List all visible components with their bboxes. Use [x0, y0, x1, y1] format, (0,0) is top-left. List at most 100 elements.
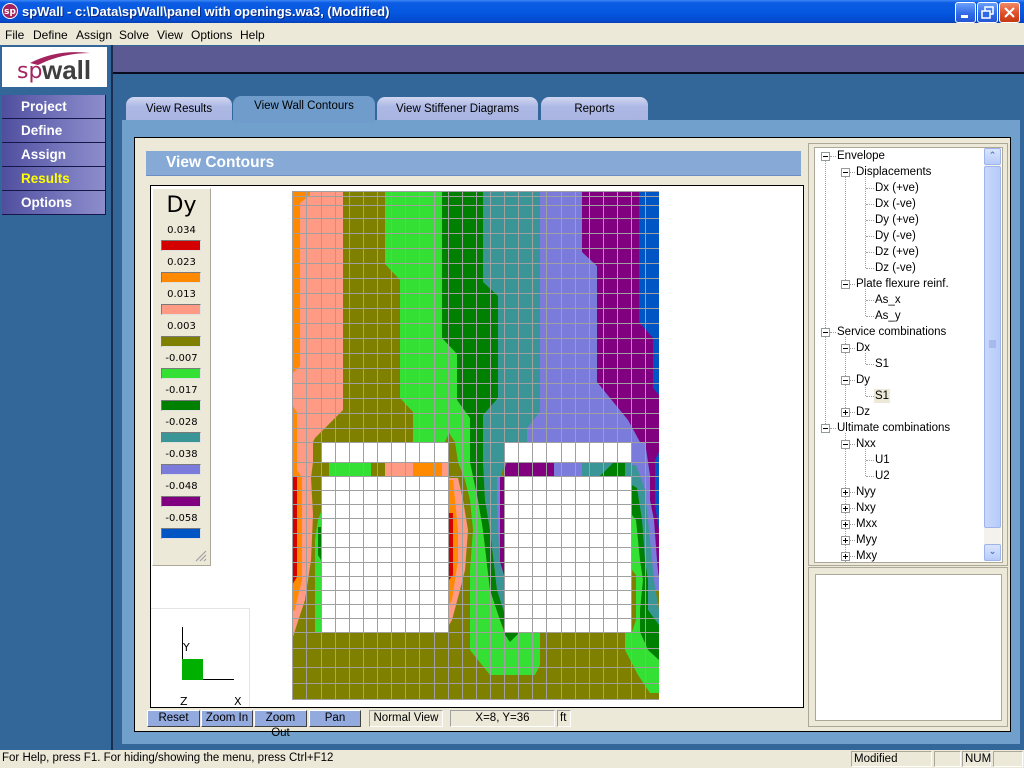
legend-value: -0.048: [165, 481, 198, 492]
tree-item-dy-neg[interactable]: Dy (-ve): [815, 228, 983, 244]
tree-item-label[interactable]: Dy (-ve): [874, 229, 917, 243]
tree-item-dx-pos[interactable]: Dx (+ve): [815, 180, 983, 196]
menu-help[interactable]: Help: [240, 28, 265, 42]
tree-item-label[interactable]: Mxx: [855, 517, 878, 531]
tree-item-label[interactable]: Mxy: [855, 549, 878, 562]
tree-item-label[interactable]: Plate flexure reinf.: [855, 277, 950, 291]
tree-item-mxx[interactable]: Mxx: [815, 516, 983, 532]
tree-item-ultimate-combinations[interactable]: Ultimate combinations: [815, 420, 983, 436]
expand-icon[interactable]: [841, 552, 850, 561]
close-button[interactable]: [999, 2, 1020, 23]
expand-icon[interactable]: [841, 408, 850, 417]
pan-button[interactable]: Pan: [309, 710, 361, 727]
sidebar-item-options[interactable]: Options: [2, 191, 106, 215]
expand-icon[interactable]: [841, 520, 850, 529]
menu-file[interactable]: File: [5, 28, 24, 42]
tree-item-label[interactable]: Nxx: [855, 437, 877, 451]
sidebar-item-define[interactable]: Define: [2, 119, 106, 143]
collapse-icon[interactable]: [821, 152, 830, 161]
collapse-icon[interactable]: [821, 424, 830, 433]
tree-item-dy-pos[interactable]: Dy (+ve): [815, 212, 983, 228]
tree-item-service-dx[interactable]: Dx: [815, 340, 983, 356]
tree-item-nxy[interactable]: Nxy: [815, 500, 983, 516]
tree-item-label[interactable]: As_y: [874, 309, 902, 323]
tree-item-dx-neg[interactable]: Dx (-ve): [815, 196, 983, 212]
tab-reports[interactable]: Reports: [541, 97, 648, 121]
tree-item-label[interactable]: Dz: [855, 405, 871, 419]
expand-icon[interactable]: [841, 536, 850, 545]
tree-item-label[interactable]: Nyy: [855, 485, 877, 499]
sidebar-item-assign[interactable]: Assign: [2, 143, 106, 167]
results-tree-list[interactable]: Envelope Displacements Dx (+ve) Dx (-ve)…: [815, 148, 983, 562]
app-icon[interactable]: sp: [2, 3, 18, 19]
tree-item-label[interactable]: Displacements: [855, 165, 932, 179]
legend-swatch: [161, 336, 201, 347]
tree-item-label[interactable]: Service combinations: [836, 325, 947, 339]
contour-plot[interactable]: [292, 191, 659, 700]
tree-item-label[interactable]: Dx: [855, 341, 871, 355]
menu-options[interactable]: Options: [191, 28, 232, 42]
tree-scrollbar[interactable]: ⌃ ⌄: [984, 148, 1001, 561]
tree-item-label[interactable]: Envelope: [836, 149, 886, 163]
tree-item-plate-flexure[interactable]: Plate flexure reinf.: [815, 276, 983, 292]
restore-button[interactable]: [977, 2, 998, 23]
tree-item-label[interactable]: As_x: [874, 293, 902, 307]
menu-define[interactable]: Define: [33, 28, 68, 42]
tree-item-envelope[interactable]: Envelope: [815, 148, 983, 164]
tree-item-service-combinations[interactable]: Service combinations: [815, 324, 983, 340]
collapse-icon[interactable]: [841, 344, 850, 353]
tree-item-label[interactable]: U1: [874, 453, 891, 467]
tree-item-label[interactable]: Myy: [855, 533, 878, 547]
tree-item-service-dz[interactable]: Dz: [815, 404, 983, 420]
tree-item-nxx[interactable]: Nxx: [815, 436, 983, 452]
tree-item-label[interactable]: S1: [874, 357, 890, 371]
tree-item-displacements[interactable]: Displacements: [815, 164, 983, 180]
tab-view-stiffener-diagrams[interactable]: View Stiffener Diagrams: [377, 97, 538, 121]
collapse-icon[interactable]: [821, 328, 830, 337]
tree-item-dz-pos[interactable]: Dz (+ve): [815, 244, 983, 260]
menu-view[interactable]: View: [157, 28, 183, 42]
expand-icon[interactable]: [841, 488, 850, 497]
tree-item-nyy[interactable]: Nyy: [815, 484, 983, 500]
menu-assign[interactable]: Assign: [76, 28, 112, 42]
tree-item-label[interactable]: Dx (-ve): [874, 197, 917, 211]
expand-icon[interactable]: [841, 504, 850, 513]
menu-solve[interactable]: Solve: [119, 28, 149, 42]
tree-item-nxx-u1[interactable]: U1: [815, 452, 983, 468]
tree-item-mxy[interactable]: Mxy: [815, 548, 983, 562]
tree-item-label[interactable]: Dz (+ve): [874, 245, 920, 259]
tree-item-label[interactable]: Dz (-ve): [874, 261, 917, 275]
reset-button[interactable]: Reset: [147, 710, 200, 727]
tree-item-label[interactable]: Dy (+ve): [874, 213, 920, 227]
tree-item-as-x[interactable]: As_x: [815, 292, 983, 308]
scroll-down-button[interactable]: ⌄: [984, 544, 1001, 561]
scroll-up-button[interactable]: ⌃: [984, 148, 1001, 165]
tab-view-results[interactable]: View Results: [126, 97, 232, 121]
collapse-icon[interactable]: [841, 168, 850, 177]
tree-item-nxx-u2[interactable]: U2: [815, 468, 983, 484]
collapse-icon[interactable]: [841, 376, 850, 385]
tree-item-label[interactable]: Nxy: [855, 501, 877, 515]
tree-item-label[interactable]: Dx (+ve): [874, 181, 920, 195]
tree-item-label[interactable]: Ultimate combinations: [836, 421, 951, 435]
tree-item-service-dy[interactable]: Dy: [815, 372, 983, 388]
tree-item-service-dx-s1[interactable]: S1: [815, 356, 983, 372]
tree-item-dz-neg[interactable]: Dz (-ve): [815, 260, 983, 276]
tree-item-service-dy-s1-selected[interactable]: S1: [815, 388, 983, 404]
sidebar-item-project[interactable]: Project: [2, 95, 106, 119]
tab-view-wall-contours[interactable]: View Wall Contours: [233, 96, 375, 123]
zoom-in-button[interactable]: Zoom In: [201, 710, 253, 727]
view-title: View Contours: [166, 154, 275, 171]
collapse-icon[interactable]: [841, 280, 850, 289]
tree-item-label[interactable]: U2: [874, 469, 891, 483]
tree-item-myy[interactable]: Myy: [815, 532, 983, 548]
tree-item-label[interactable]: S1: [874, 389, 891, 403]
tree-item-label[interactable]: Dy: [855, 373, 871, 387]
minimize-button[interactable]: [955, 2, 976, 23]
scroll-thumb[interactable]: [984, 166, 1001, 528]
resize-grip-icon[interactable]: [194, 549, 208, 563]
tree-item-as-y[interactable]: As_y: [815, 308, 983, 324]
collapse-icon[interactable]: [841, 440, 850, 449]
zoom-out-button[interactable]: Zoom Out: [254, 710, 307, 739]
sidebar-item-results[interactable]: Results: [2, 167, 106, 191]
